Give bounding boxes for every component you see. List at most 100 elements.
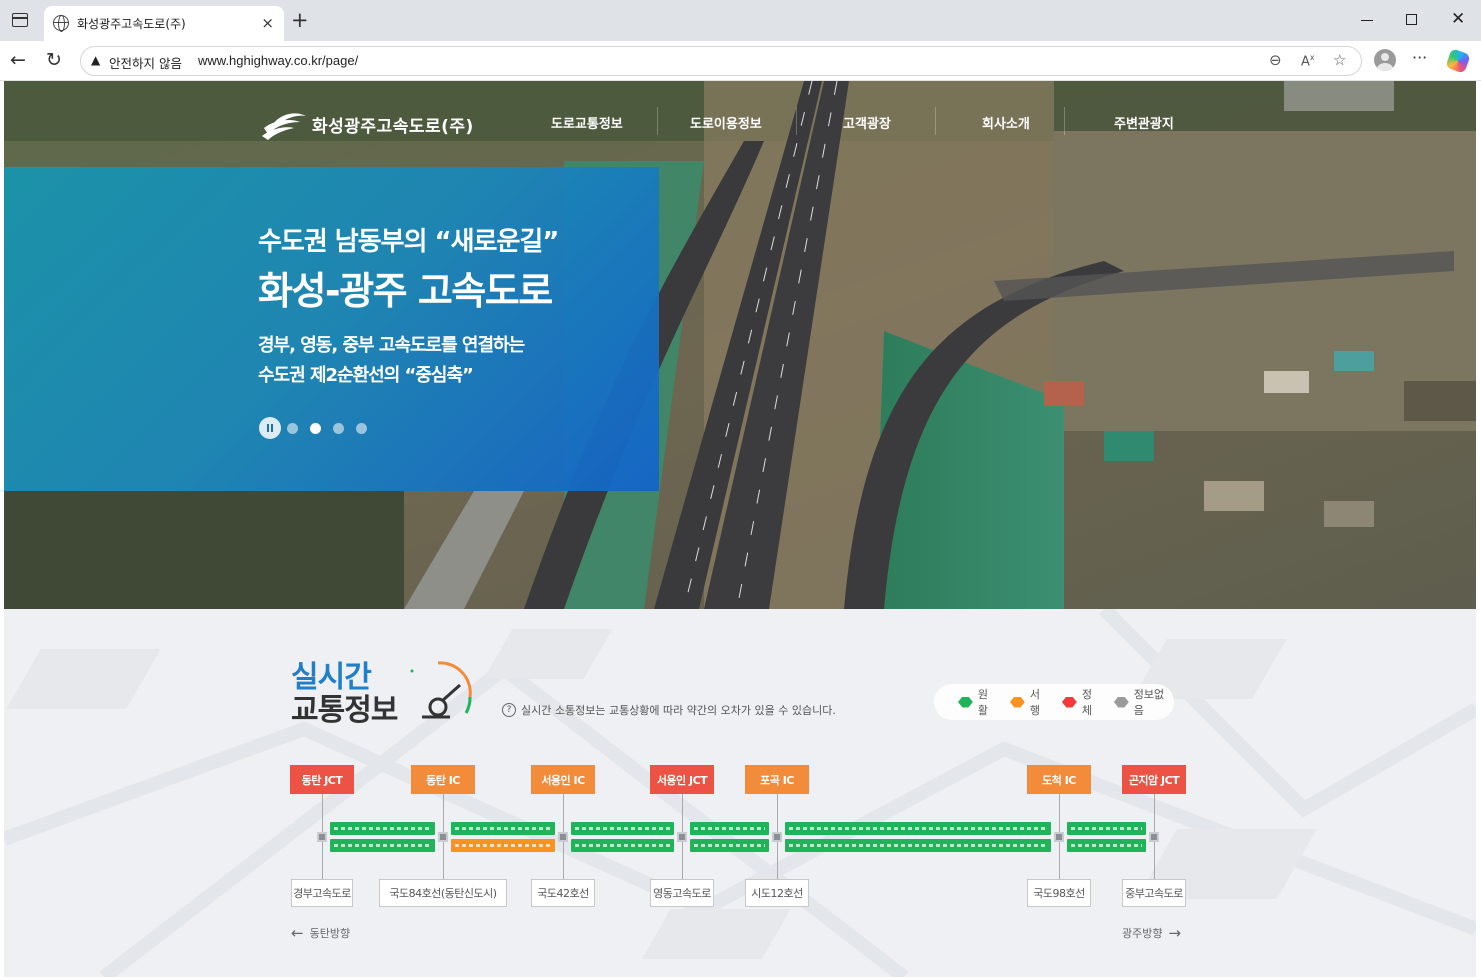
connector-line [777,842,778,879]
web-page: 화성광주고속도로(주) 도로교통정보 도로이용정보 고객광장 회사소개 주변관광… [4,81,1476,977]
nav-road-traffic[interactable]: 도로교통정보 [551,113,623,132]
minimize-button[interactable] [1361,20,1373,21]
nav-road-usage[interactable]: 도로이용정보 [690,113,762,132]
hero-title: 화성-광주 고속도로 [258,269,553,313]
nav-divider [935,107,936,135]
security-label[interactable]: 안전하지 않음 [109,53,182,72]
url-text[interactable]: www.hghighway.co.kr/page/ [198,53,358,68]
browser-tab-bar: 화성광주고속도로(주) × + ✕ [0,0,1481,41]
hero-banner: 화성광주고속도로(주) 도로교통정보 도로이용정보 고객광장 회사소개 주변관광… [4,81,1476,609]
road-segment[interactable] [330,822,435,852]
interchange-label[interactable]: 포곡 IC [745,765,809,794]
read-aloud-icon[interactable]: Aⅹ [1301,53,1315,69]
slider-dot[interactable] [310,423,321,434]
lane-eastbound [330,822,435,835]
address-bar[interactable]: ▲ 안전하지 않음 www.hghighway.co.kr/page/ ⊖ Aⅹ… [80,46,1362,76]
new-tab-button[interactable]: + [291,8,309,32]
profile-avatar[interactable] [1374,49,1396,71]
connector-line [443,842,444,879]
lane-westbound [571,839,674,852]
nav-divider [657,107,658,135]
interchange-node[interactable] [317,832,327,842]
road-segment[interactable] [451,822,555,852]
lane-eastbound [785,822,1051,835]
traffic-notice: ? 실시간 소통정보는 교통상황에 따라 약간의 오차가 있을 수 있습니다. [502,702,836,718]
favorite-star-icon[interactable]: ☆ [1333,51,1346,69]
interchange-node[interactable] [438,832,448,842]
globe-icon [53,15,69,32]
interchange-label[interactable]: 도척 IC [1027,765,1091,794]
logo-text: 화성광주고속도로(주) [312,116,474,137]
traffic-info-section: 실시간 교통정보 ? 실시간 소통정보는 교통상황에 따라 약간의 오차가 있을… [4,609,1476,977]
nav-tourism[interactable]: 주변관광지 [1114,113,1174,132]
browser-tab[interactable]: 화성광주고속도로(주) × [44,6,284,41]
connected-road-label: 경부고속도로 [291,879,353,907]
interchange-node[interactable] [558,832,568,842]
interchange-label[interactable]: 곤지암 JCT [1122,765,1186,794]
direction-right-label: 광주방향 [1122,927,1163,940]
direction-right[interactable]: 광주방향 → [1122,924,1181,942]
hero-description: 경부, 영동, 중부 고속도로를 연결하는 수도권 제2순환선의 “중심축” [258,331,525,391]
interchange-label[interactable]: 동탄 IC [411,765,475,794]
connector-line [322,794,323,832]
connector-line [682,842,683,879]
direction-left[interactable]: ← 동탄방향 [291,924,350,942]
sidebar-toggle-icon[interactable] [12,13,28,27]
connected-road-label: 국도42호선 [531,879,595,907]
lane-eastbound [451,822,555,835]
more-menu-button[interactable]: ··· [1412,48,1427,67]
lane-eastbound [571,822,674,835]
legend-item-congested: 정체 [1061,686,1102,718]
copilot-icon[interactable] [1445,48,1471,74]
connected-road-label: 국도84호선(동탄신도시) [379,879,507,907]
maximize-button[interactable] [1406,14,1417,25]
road-segment[interactable] [785,822,1051,852]
connector-line [443,794,444,832]
nav-company-intro[interactable]: 회사소개 [982,113,1030,132]
interchange-label[interactable]: 서용인 IC [531,765,595,794]
nav-divider [796,107,797,135]
nav-customer-plaza[interactable]: 고객광장 [843,113,891,132]
hero-desc-line1: 경부, 영동, 중부 고속도로를 연결하는 [258,335,525,356]
address-bar-row: ← ↻ ▲ 안전하지 않음 www.hghighway.co.kr/page/ … [0,41,1481,81]
interchange-node[interactable] [772,832,782,842]
warning-icon[interactable]: ▲ [91,53,100,67]
interchange-node[interactable] [1149,832,1159,842]
site-logo[interactable]: 화성광주고속도로(주) [260,106,474,142]
connector-line [322,842,323,879]
arrow-left-icon: ← [291,924,304,942]
tab-close-button[interactable]: × [261,14,274,32]
logo-emblem-icon [262,113,306,140]
interchange-label[interactable]: 동탄 JCT [290,765,354,794]
road-segment[interactable] [571,822,674,852]
interchange-label[interactable]: 서용인 JCT [650,765,714,794]
connector-line [1154,842,1155,879]
arrow-right-icon: → [1168,924,1182,942]
lane-westbound [785,839,1051,852]
speedometer-icon [410,661,472,719]
connected-road-label: 시도12호선 [745,879,809,907]
legend-no-info-icon [1113,696,1129,708]
interchange-node[interactable] [1054,832,1064,842]
hero-subtitle: 수도권 남동부의 “새로운길” [258,227,559,257]
connector-line [1154,794,1155,832]
slider-dot[interactable] [356,423,367,434]
city-map-background [4,609,1476,977]
connector-line [1059,842,1060,879]
road-segment[interactable] [690,822,769,852]
close-window-button[interactable]: ✕ [1451,9,1465,29]
slider-dot[interactable] [333,423,344,434]
refresh-icon[interactable]: ↻ [46,49,62,71]
slider-dot[interactable] [287,423,298,434]
legend-label: 정체 [1081,688,1092,717]
slider-pause-button[interactable] [259,417,281,439]
zoom-icon[interactable]: ⊖ [1269,51,1282,69]
legend-item-no-info: 정보없음 [1113,686,1174,718]
interchange-node[interactable] [677,832,687,842]
back-icon[interactable]: ← [10,49,26,71]
road-segment[interactable] [1067,822,1146,852]
lane-westbound [451,839,555,852]
lane-westbound [1067,839,1146,852]
connector-line [777,794,778,832]
lane-eastbound [1067,822,1146,835]
